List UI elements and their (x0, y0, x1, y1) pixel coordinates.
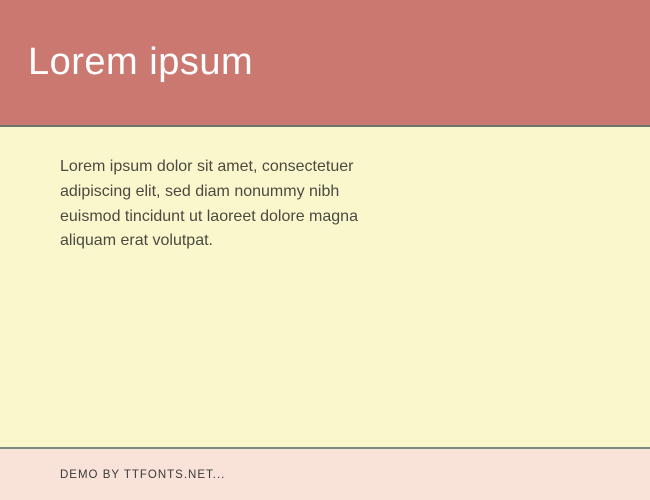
page-title: Lorem ipsum (28, 41, 253, 84)
header-banner: Lorem ipsum (0, 0, 650, 125)
footer-credit: DEMO BY TTFONTS.NET... (60, 469, 225, 481)
content-area: Lorem ipsum dolor sit amet, consectetuer… (0, 127, 650, 447)
body-paragraph: Lorem ipsum dolor sit amet, consectetuer… (60, 155, 400, 254)
footer-bar: DEMO BY TTFONTS.NET... (0, 449, 650, 500)
